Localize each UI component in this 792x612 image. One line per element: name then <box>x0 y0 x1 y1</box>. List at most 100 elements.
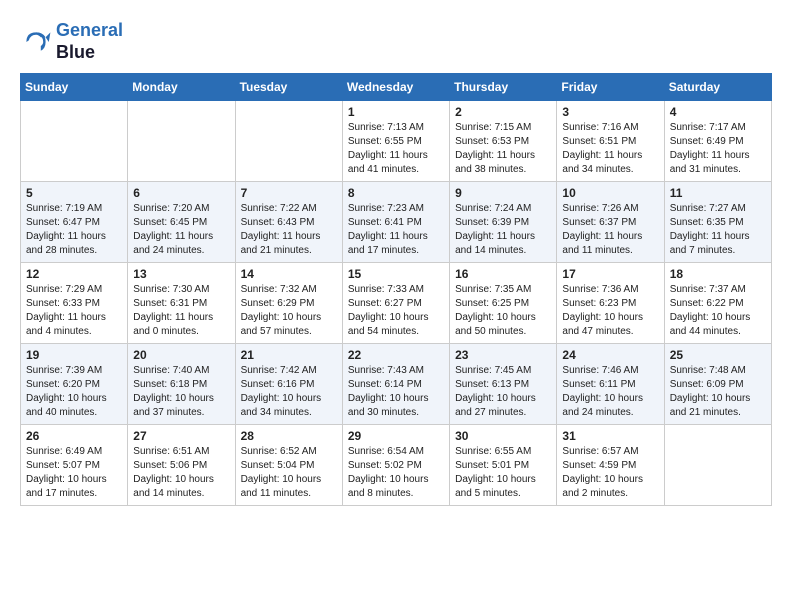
day-cell: 16 Sunrise: 7:35 AM Sunset: 6:25 PM Dayli… <box>450 263 557 344</box>
day-number: 12 <box>26 267 122 281</box>
day-info: Sunrise: 7:43 AM Sunset: 6:14 PM Dayligh… <box>348 364 444 420</box>
day-header-saturday: Saturday <box>664 74 771 101</box>
day-cell: 2 Sunrise: 7:15 AM Sunset: 6:53 PM Daylig… <box>450 101 557 182</box>
day-number: 2 <box>455 105 551 119</box>
day-cell: 8Sunrise: 7:23 AM Sunset: 6:41 PM Daylig… <box>342 182 449 263</box>
day-info: Sunrise: 7:36 AM Sunset: 6:23 PM Dayligh… <box>562 283 658 339</box>
day-info: Sunrise: 7:16 AM Sunset: 6:51 PM Dayligh… <box>562 121 658 177</box>
day-cell: 29 Sunrise: 6:54 AM Sunset: 5:02 PM Dayli… <box>342 425 449 506</box>
week-row-1: 1Sunrise: 7:13 AM Sunset: 6:55 PM Daylig… <box>21 101 772 182</box>
day-number: 4 <box>670 105 766 119</box>
day-number: 13 <box>133 267 229 281</box>
day-number: 9 <box>455 186 551 200</box>
day-info: Sunrise: 6:57 AM Sunset: 4:59 PM Dayligh… <box>562 445 658 501</box>
day-info: Sunrise: 7:33 AM Sunset: 6:27 PM Dayligh… <box>348 283 444 339</box>
day-number: 11 <box>670 186 766 200</box>
day-info: Sunrise: 7:39 AM Sunset: 6:20 PM Dayligh… <box>26 364 122 420</box>
day-number: 26 <box>26 429 122 443</box>
day-number: 15 <box>348 267 444 281</box>
day-info: Sunrise: 7:45 AM Sunset: 6:13 PM Dayligh… <box>455 364 551 420</box>
logo-text: General Blue <box>56 20 123 63</box>
day-info: Sunrise: 7:24 AM Sunset: 6:39 PM Dayligh… <box>455 202 551 258</box>
day-cell: 5 Sunrise: 7:19 AM Sunset: 6:47 PM Daylig… <box>21 182 128 263</box>
day-cell: 26 Sunrise: 6:49 AM Sunset: 5:07 PM Dayli… <box>21 425 128 506</box>
day-number: 21 <box>241 348 337 362</box>
day-cell: 20 Sunrise: 7:40 AM Sunset: 6:18 PM Dayli… <box>128 344 235 425</box>
day-cell: 21 Sunrise: 7:42 AM Sunset: 6:16 PM Dayli… <box>235 344 342 425</box>
page-header: General Blue <box>20 20 772 63</box>
day-cell: 9 Sunrise: 7:24 AM Sunset: 6:39 PM Daylig… <box>450 182 557 263</box>
day-info: Sunrise: 7:35 AM Sunset: 6:25 PM Dayligh… <box>455 283 551 339</box>
day-info: Sunrise: 7:17 AM Sunset: 6:49 PM Dayligh… <box>670 121 766 177</box>
day-number: 16 <box>455 267 551 281</box>
week-row-3: 12Sunrise: 7:29 AM Sunset: 6:33 PM Dayli… <box>21 263 772 344</box>
day-number: 22 <box>348 348 444 362</box>
calendar-header-row: SundayMondayTuesdayWednesdayThursdayFrid… <box>21 74 772 101</box>
day-cell: 19 Sunrise: 7:39 AM Sunset: 6:20 PM Dayli… <box>21 344 128 425</box>
day-info: Sunrise: 7:42 AM Sunset: 6:16 PM Dayligh… <box>241 364 337 420</box>
day-cell: 17 Sunrise: 7:36 AM Sunset: 6:23 PM Dayli… <box>557 263 664 344</box>
day-cell: 11 Sunrise: 7:27 AM Sunset: 6:35 PM Dayli… <box>664 182 771 263</box>
day-number: 10 <box>562 186 658 200</box>
day-info: Sunrise: 7:19 AM Sunset: 6:47 PM Dayligh… <box>26 202 122 258</box>
day-info: Sunrise: 7:46 AM Sunset: 6:11 PM Dayligh… <box>562 364 658 420</box>
day-cell: 7Sunrise: 7:22 AM Sunset: 6:43 PM Daylig… <box>235 182 342 263</box>
day-number: 27 <box>133 429 229 443</box>
week-row-5: 26 Sunrise: 6:49 AM Sunset: 5:07 PM Dayli… <box>21 425 772 506</box>
logo: General Blue <box>20 20 123 63</box>
day-info: Sunrise: 7:15 AM Sunset: 6:53 PM Dayligh… <box>455 121 551 177</box>
week-row-2: 5 Sunrise: 7:19 AM Sunset: 6:47 PM Daylig… <box>21 182 772 263</box>
day-info: Sunrise: 7:37 AM Sunset: 6:22 PM Dayligh… <box>670 283 766 339</box>
day-number: 20 <box>133 348 229 362</box>
day-cell: 14Sunrise: 7:32 AM Sunset: 6:29 PM Dayli… <box>235 263 342 344</box>
day-info: Sunrise: 6:54 AM Sunset: 5:02 PM Dayligh… <box>348 445 444 501</box>
day-cell: 10 Sunrise: 7:26 AM Sunset: 6:37 PM Dayli… <box>557 182 664 263</box>
day-header-sunday: Sunday <box>21 74 128 101</box>
day-number: 5 <box>26 186 122 200</box>
day-cell: 1Sunrise: 7:13 AM Sunset: 6:55 PM Daylig… <box>342 101 449 182</box>
day-info: Sunrise: 6:49 AM Sunset: 5:07 PM Dayligh… <box>26 445 122 501</box>
day-number: 6 <box>133 186 229 200</box>
day-number: 28 <box>241 429 337 443</box>
day-number: 23 <box>455 348 551 362</box>
day-number: 18 <box>670 267 766 281</box>
day-number: 29 <box>348 429 444 443</box>
day-info: Sunrise: 7:27 AM Sunset: 6:35 PM Dayligh… <box>670 202 766 258</box>
day-number: 7 <box>241 186 337 200</box>
day-header-thursday: Thursday <box>450 74 557 101</box>
day-cell: 22 Sunrise: 7:43 AM Sunset: 6:14 PM Dayli… <box>342 344 449 425</box>
day-header-tuesday: Tuesday <box>235 74 342 101</box>
day-header-wednesday: Wednesday <box>342 74 449 101</box>
day-header-monday: Monday <box>128 74 235 101</box>
day-cell: 18 Sunrise: 7:37 AM Sunset: 6:22 PM Dayli… <box>664 263 771 344</box>
day-cell: 30Sunrise: 6:55 AM Sunset: 5:01 PM Dayli… <box>450 425 557 506</box>
day-number: 1 <box>348 105 444 119</box>
day-info: Sunrise: 7:26 AM Sunset: 6:37 PM Dayligh… <box>562 202 658 258</box>
day-info: Sunrise: 7:48 AM Sunset: 6:09 PM Dayligh… <box>670 364 766 420</box>
day-cell <box>21 101 128 182</box>
day-info: Sunrise: 7:40 AM Sunset: 6:18 PM Dayligh… <box>133 364 229 420</box>
day-cell: 27Sunrise: 6:51 AM Sunset: 5:06 PM Dayli… <box>128 425 235 506</box>
day-number: 31 <box>562 429 658 443</box>
day-number: 17 <box>562 267 658 281</box>
calendar-table: SundayMondayTuesdayWednesdayThursdayFrid… <box>20 73 772 506</box>
day-cell: 13 Sunrise: 7:30 AM Sunset: 6:31 PM Dayli… <box>128 263 235 344</box>
day-info: Sunrise: 7:23 AM Sunset: 6:41 PM Dayligh… <box>348 202 444 258</box>
day-info: Sunrise: 7:30 AM Sunset: 6:31 PM Dayligh… <box>133 283 229 339</box>
week-row-4: 19 Sunrise: 7:39 AM Sunset: 6:20 PM Dayli… <box>21 344 772 425</box>
day-info: Sunrise: 6:55 AM Sunset: 5:01 PM Dayligh… <box>455 445 551 501</box>
day-number: 25 <box>670 348 766 362</box>
day-cell <box>664 425 771 506</box>
day-cell: 15 Sunrise: 7:33 AM Sunset: 6:27 PM Dayli… <box>342 263 449 344</box>
day-number: 3 <box>562 105 658 119</box>
day-cell <box>128 101 235 182</box>
day-info: Sunrise: 7:20 AM Sunset: 6:45 PM Dayligh… <box>133 202 229 258</box>
day-number: 19 <box>26 348 122 362</box>
day-header-friday: Friday <box>557 74 664 101</box>
day-info: Sunrise: 7:32 AM Sunset: 6:29 PM Dayligh… <box>241 283 337 339</box>
day-cell: 6 Sunrise: 7:20 AM Sunset: 6:45 PM Daylig… <box>128 182 235 263</box>
day-cell: 28Sunrise: 6:52 AM Sunset: 5:04 PM Dayli… <box>235 425 342 506</box>
day-cell: 4 Sunrise: 7:17 AM Sunset: 6:49 PM Daylig… <box>664 101 771 182</box>
day-cell: 23 Sunrise: 7:45 AM Sunset: 6:13 PM Dayli… <box>450 344 557 425</box>
logo-icon <box>20 26 52 58</box>
